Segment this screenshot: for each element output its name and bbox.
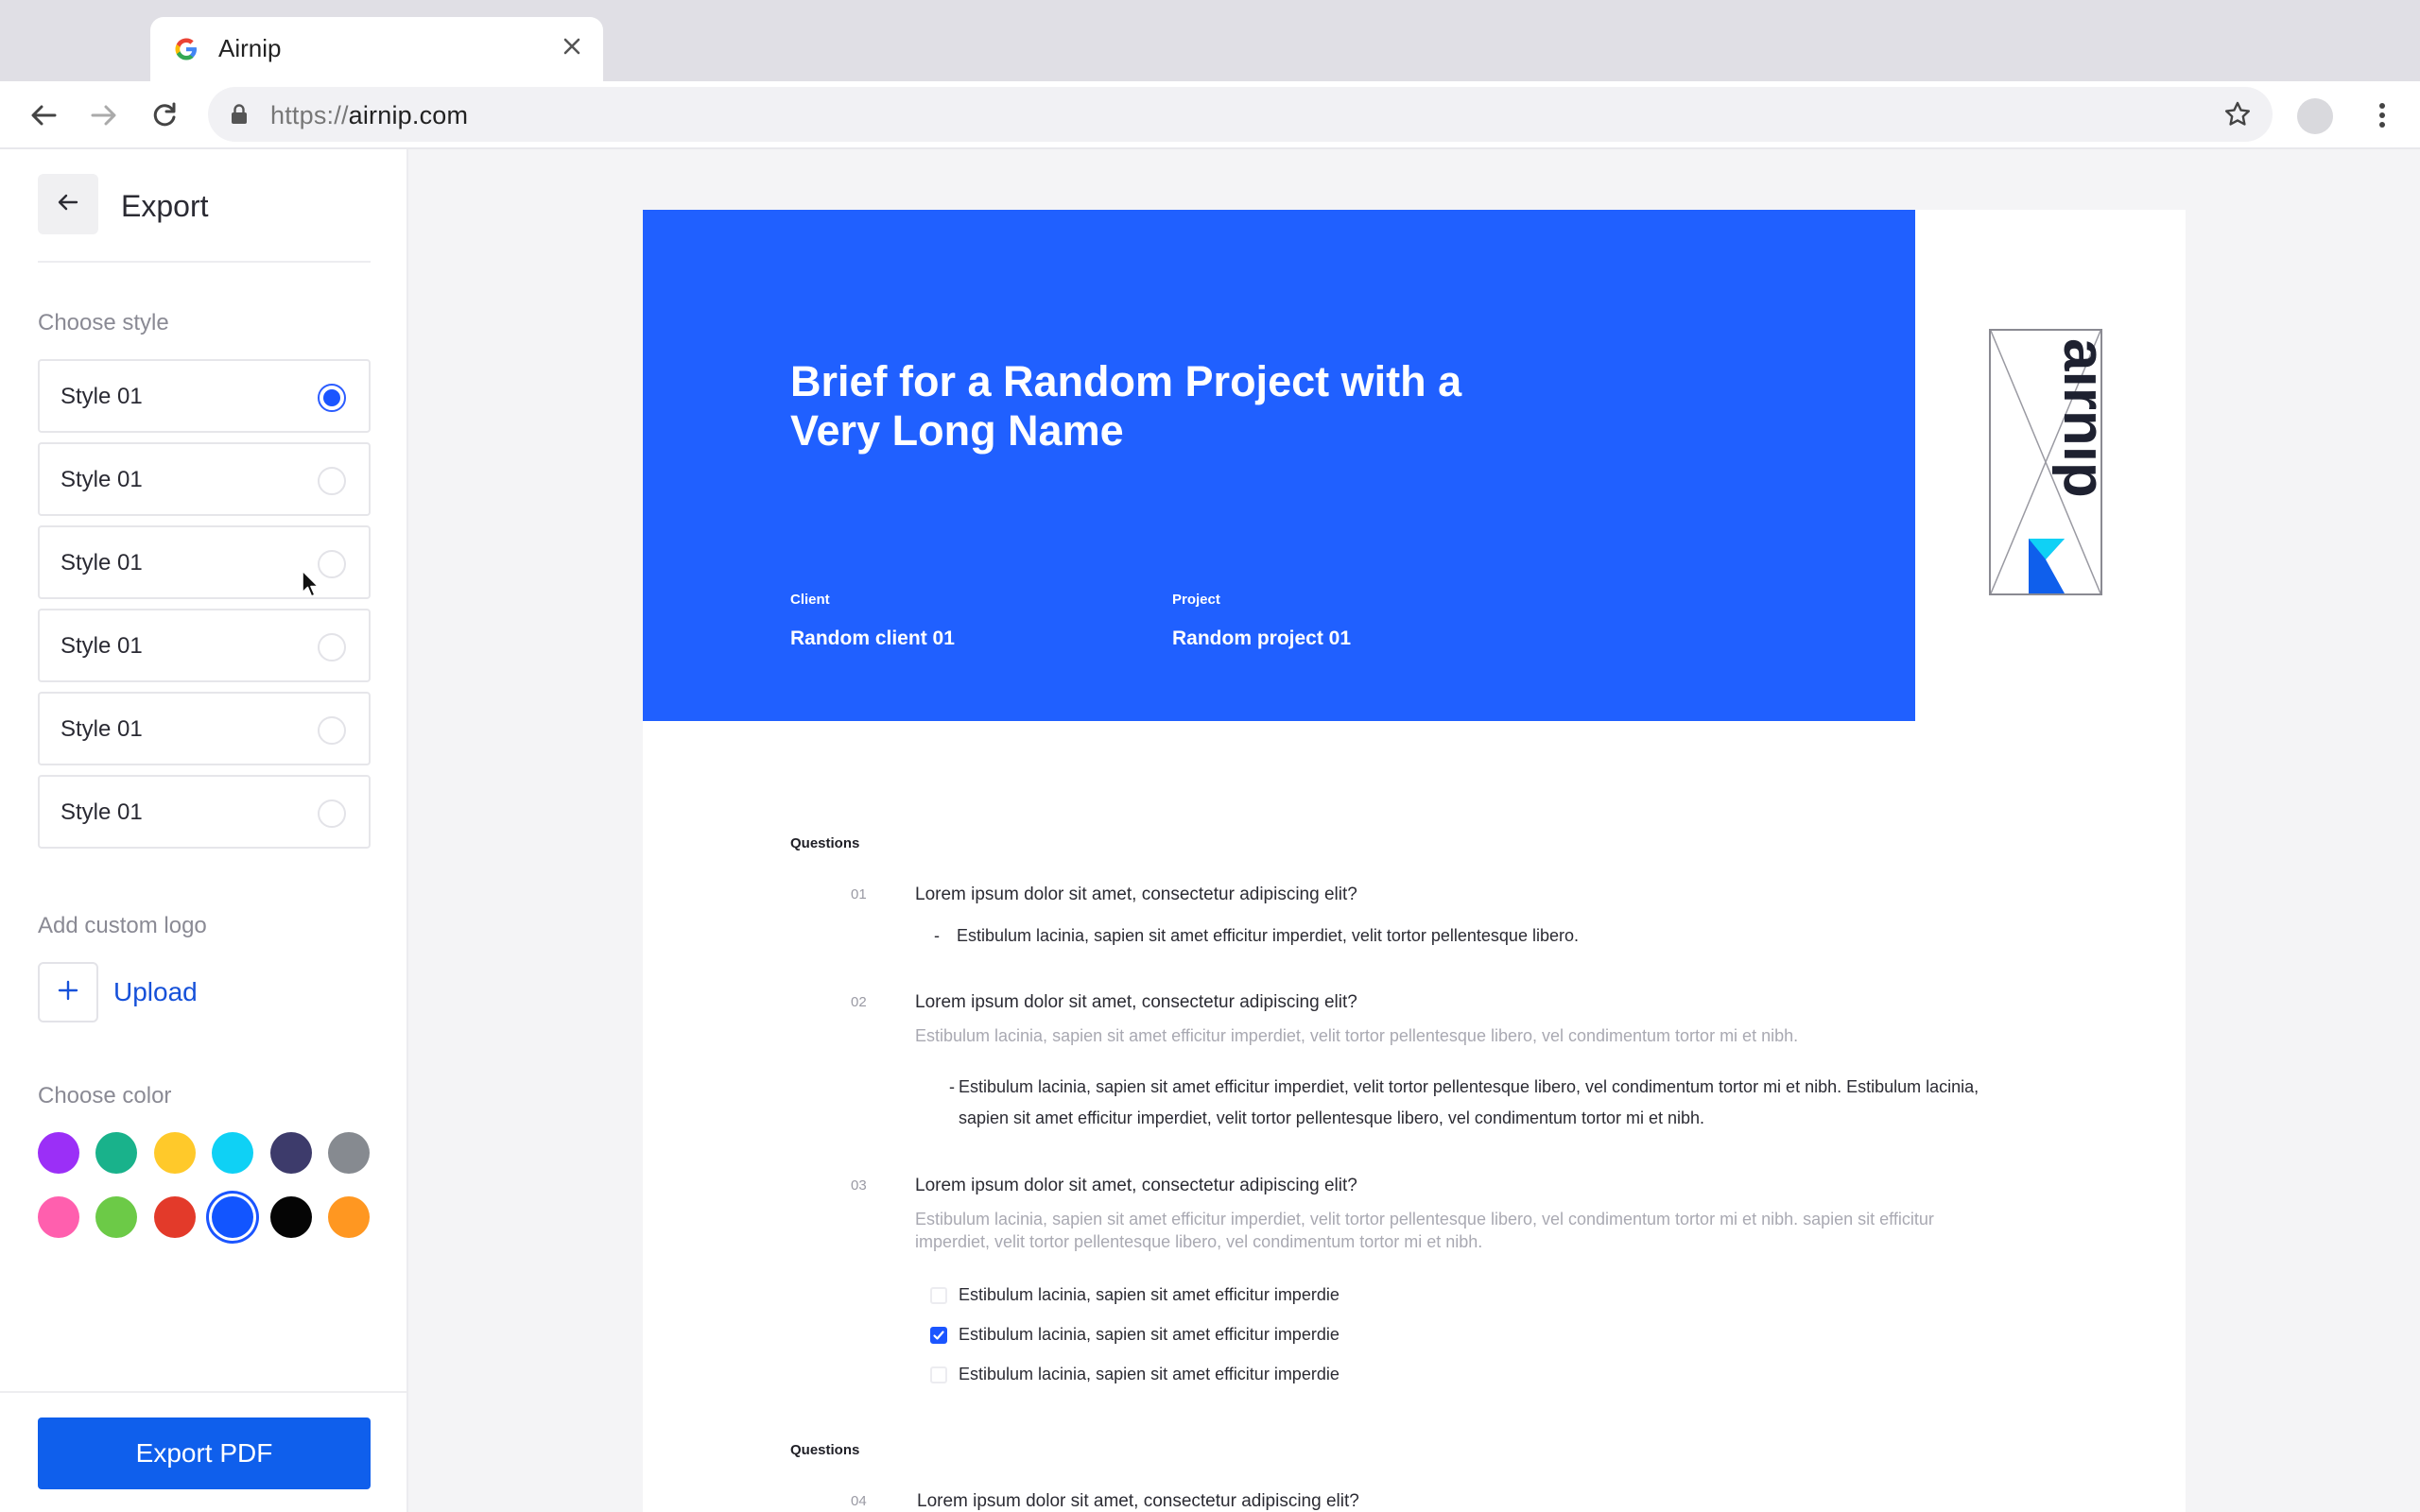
url-host: airnip.com: [348, 101, 469, 129]
style-option-label: Style 01: [60, 716, 143, 742]
color-swatch-green[interactable]: [95, 1196, 137, 1238]
sidebar-divider: [38, 261, 371, 263]
export-sidebar: Export Choose style Style 01 Style 01 St…: [0, 149, 408, 1512]
sidebar-title: Export: [121, 189, 209, 223]
document-hero: Brief for a Random Project with a Very L…: [643, 210, 1915, 721]
browser-tabstrip: Airnip: [0, 0, 2420, 81]
question-number: 04: [851, 1493, 867, 1509]
question-description: Estibulum lacinia, sapien sit amet effic…: [915, 1210, 1934, 1251]
back-button[interactable]: [38, 174, 98, 234]
color-swatch-black[interactable]: [270, 1196, 312, 1238]
answer-checkbox[interactable]: [930, 1366, 947, 1383]
google-favicon-icon: [173, 36, 199, 62]
question-text: Lorem ipsum dolor sit amet, consectetur …: [915, 885, 1357, 904]
question-text: Lorem ipsum dolor sit amet, consectetur …: [915, 992, 1357, 1012]
style-option-2[interactable]: Style 01: [38, 442, 371, 516]
color-swatch-teal[interactable]: [95, 1132, 137, 1174]
export-pdf-button[interactable]: Export PDF: [38, 1418, 371, 1489]
style-radio[interactable]: [318, 467, 346, 495]
answer-text: Estibulum lacinia, sapien sit amet effic…: [957, 926, 1579, 945]
answer-option-label: Estibulum lacinia, sapien sit amet effic…: [959, 1325, 1340, 1344]
forward-arrow-icon[interactable]: [85, 96, 123, 134]
document-title: Brief for a Random Project with a Very L…: [790, 357, 1462, 455]
style-radio[interactable]: [318, 716, 346, 745]
style-option-5[interactable]: Style 01: [38, 692, 371, 765]
airnip-logo: airnip: [1989, 329, 2102, 595]
back-arrow-icon[interactable]: [25, 96, 62, 134]
color-swatch-navy[interactable]: [270, 1132, 312, 1174]
sidebar-footer-divider: [0, 1391, 406, 1393]
project-label: Project: [1172, 592, 1220, 608]
style-radio[interactable]: [318, 633, 346, 662]
custom-logo-label: Add custom logo: [38, 913, 207, 938]
document-page: Brief for a Random Project with a Very L…: [643, 210, 2186, 1512]
choose-style-label: Choose style: [38, 310, 169, 335]
client-value: Random client 01: [790, 627, 955, 649]
upload-link[interactable]: Upload: [113, 977, 198, 1007]
profile-avatar[interactable]: [2297, 98, 2333, 134]
address-bar[interactable]: https://airnip.com: [208, 87, 2273, 142]
color-swatch-blue[interactable]: [212, 1196, 253, 1238]
question-number: 02: [851, 994, 867, 1010]
answer-bullet: -: [949, 1077, 955, 1096]
answer-checkbox[interactable]: [930, 1287, 947, 1304]
logo-text: airnip: [2051, 338, 2100, 498]
answer-text: Estibulum lacinia, sapien sit amet effic…: [959, 1077, 1979, 1127]
url-text: https://airnip.com: [270, 101, 468, 130]
color-swatch-yellow[interactable]: [154, 1132, 196, 1174]
browser-toolbar: https://airnip.com: [0, 81, 2420, 149]
choose-color-label: Choose color: [38, 1083, 172, 1108]
tab-title: Airnip: [218, 34, 282, 62]
style-radio-selected[interactable]: [318, 384, 346, 412]
style-option-6[interactable]: Style 01: [38, 775, 371, 849]
upload-logo-button[interactable]: [38, 962, 98, 1022]
color-swatch-gray[interactable]: [328, 1132, 370, 1174]
lock-icon: [231, 104, 248, 129]
kebab-menu-icon[interactable]: [2363, 96, 2401, 134]
style-option-3[interactable]: Style 01: [38, 525, 371, 599]
tab-close-icon[interactable]: [556, 30, 588, 62]
question-number: 01: [851, 886, 867, 902]
reload-icon[interactable]: [146, 96, 183, 134]
style-option-label: Style 01: [60, 633, 143, 659]
answer-option-label: Estibulum lacinia, sapien sit amet effic…: [959, 1365, 1340, 1383]
style-radio[interactable]: [318, 799, 346, 828]
answer-checkbox-checked[interactable]: [930, 1327, 947, 1344]
question-text: Lorem ipsum dolor sit amet, consectetur …: [915, 1176, 1357, 1195]
question-description: Estibulum lacinia, sapien sit amet effic…: [915, 1026, 1799, 1045]
style-option-label: Style 01: [60, 384, 143, 409]
answer-bullet: -: [934, 926, 940, 945]
question-text: Lorem ipsum dolor sit amet, consectetur …: [917, 1491, 1359, 1511]
style-option-label: Style 01: [60, 799, 143, 825]
client-label: Client: [790, 592, 830, 608]
style-option-4[interactable]: Style 01: [38, 609, 371, 682]
style-radio[interactable]: [318, 550, 346, 578]
browser-tab[interactable]: Airnip: [150, 17, 603, 81]
checkmark-icon: [933, 1331, 944, 1340]
questions-heading: Questions: [790, 1442, 860, 1458]
url-scheme: https://: [270, 101, 349, 129]
color-swatch-pink[interactable]: [38, 1196, 79, 1238]
plus-icon: [58, 980, 78, 1005]
style-option-label: Style 01: [60, 467, 143, 492]
bookmark-star-icon[interactable]: [2223, 100, 2252, 133]
arrow-left-icon: [57, 191, 79, 218]
color-swatch-orange[interactable]: [328, 1196, 370, 1238]
color-swatch-purple[interactable]: [38, 1132, 79, 1174]
style-option-1[interactable]: Style 01: [38, 359, 371, 433]
project-value: Random project 01: [1172, 627, 1352, 649]
color-swatch-red[interactable]: [154, 1196, 196, 1238]
question-number: 03: [851, 1177, 867, 1194]
answer-option-label: Estibulum lacinia, sapien sit amet effic…: [959, 1285, 1340, 1304]
color-swatch-cyan[interactable]: [212, 1132, 253, 1174]
style-option-label: Style 01: [60, 550, 143, 576]
document-preview: Brief for a Random Project with a Very L…: [408, 149, 2420, 1512]
questions-heading: Questions: [790, 835, 860, 851]
